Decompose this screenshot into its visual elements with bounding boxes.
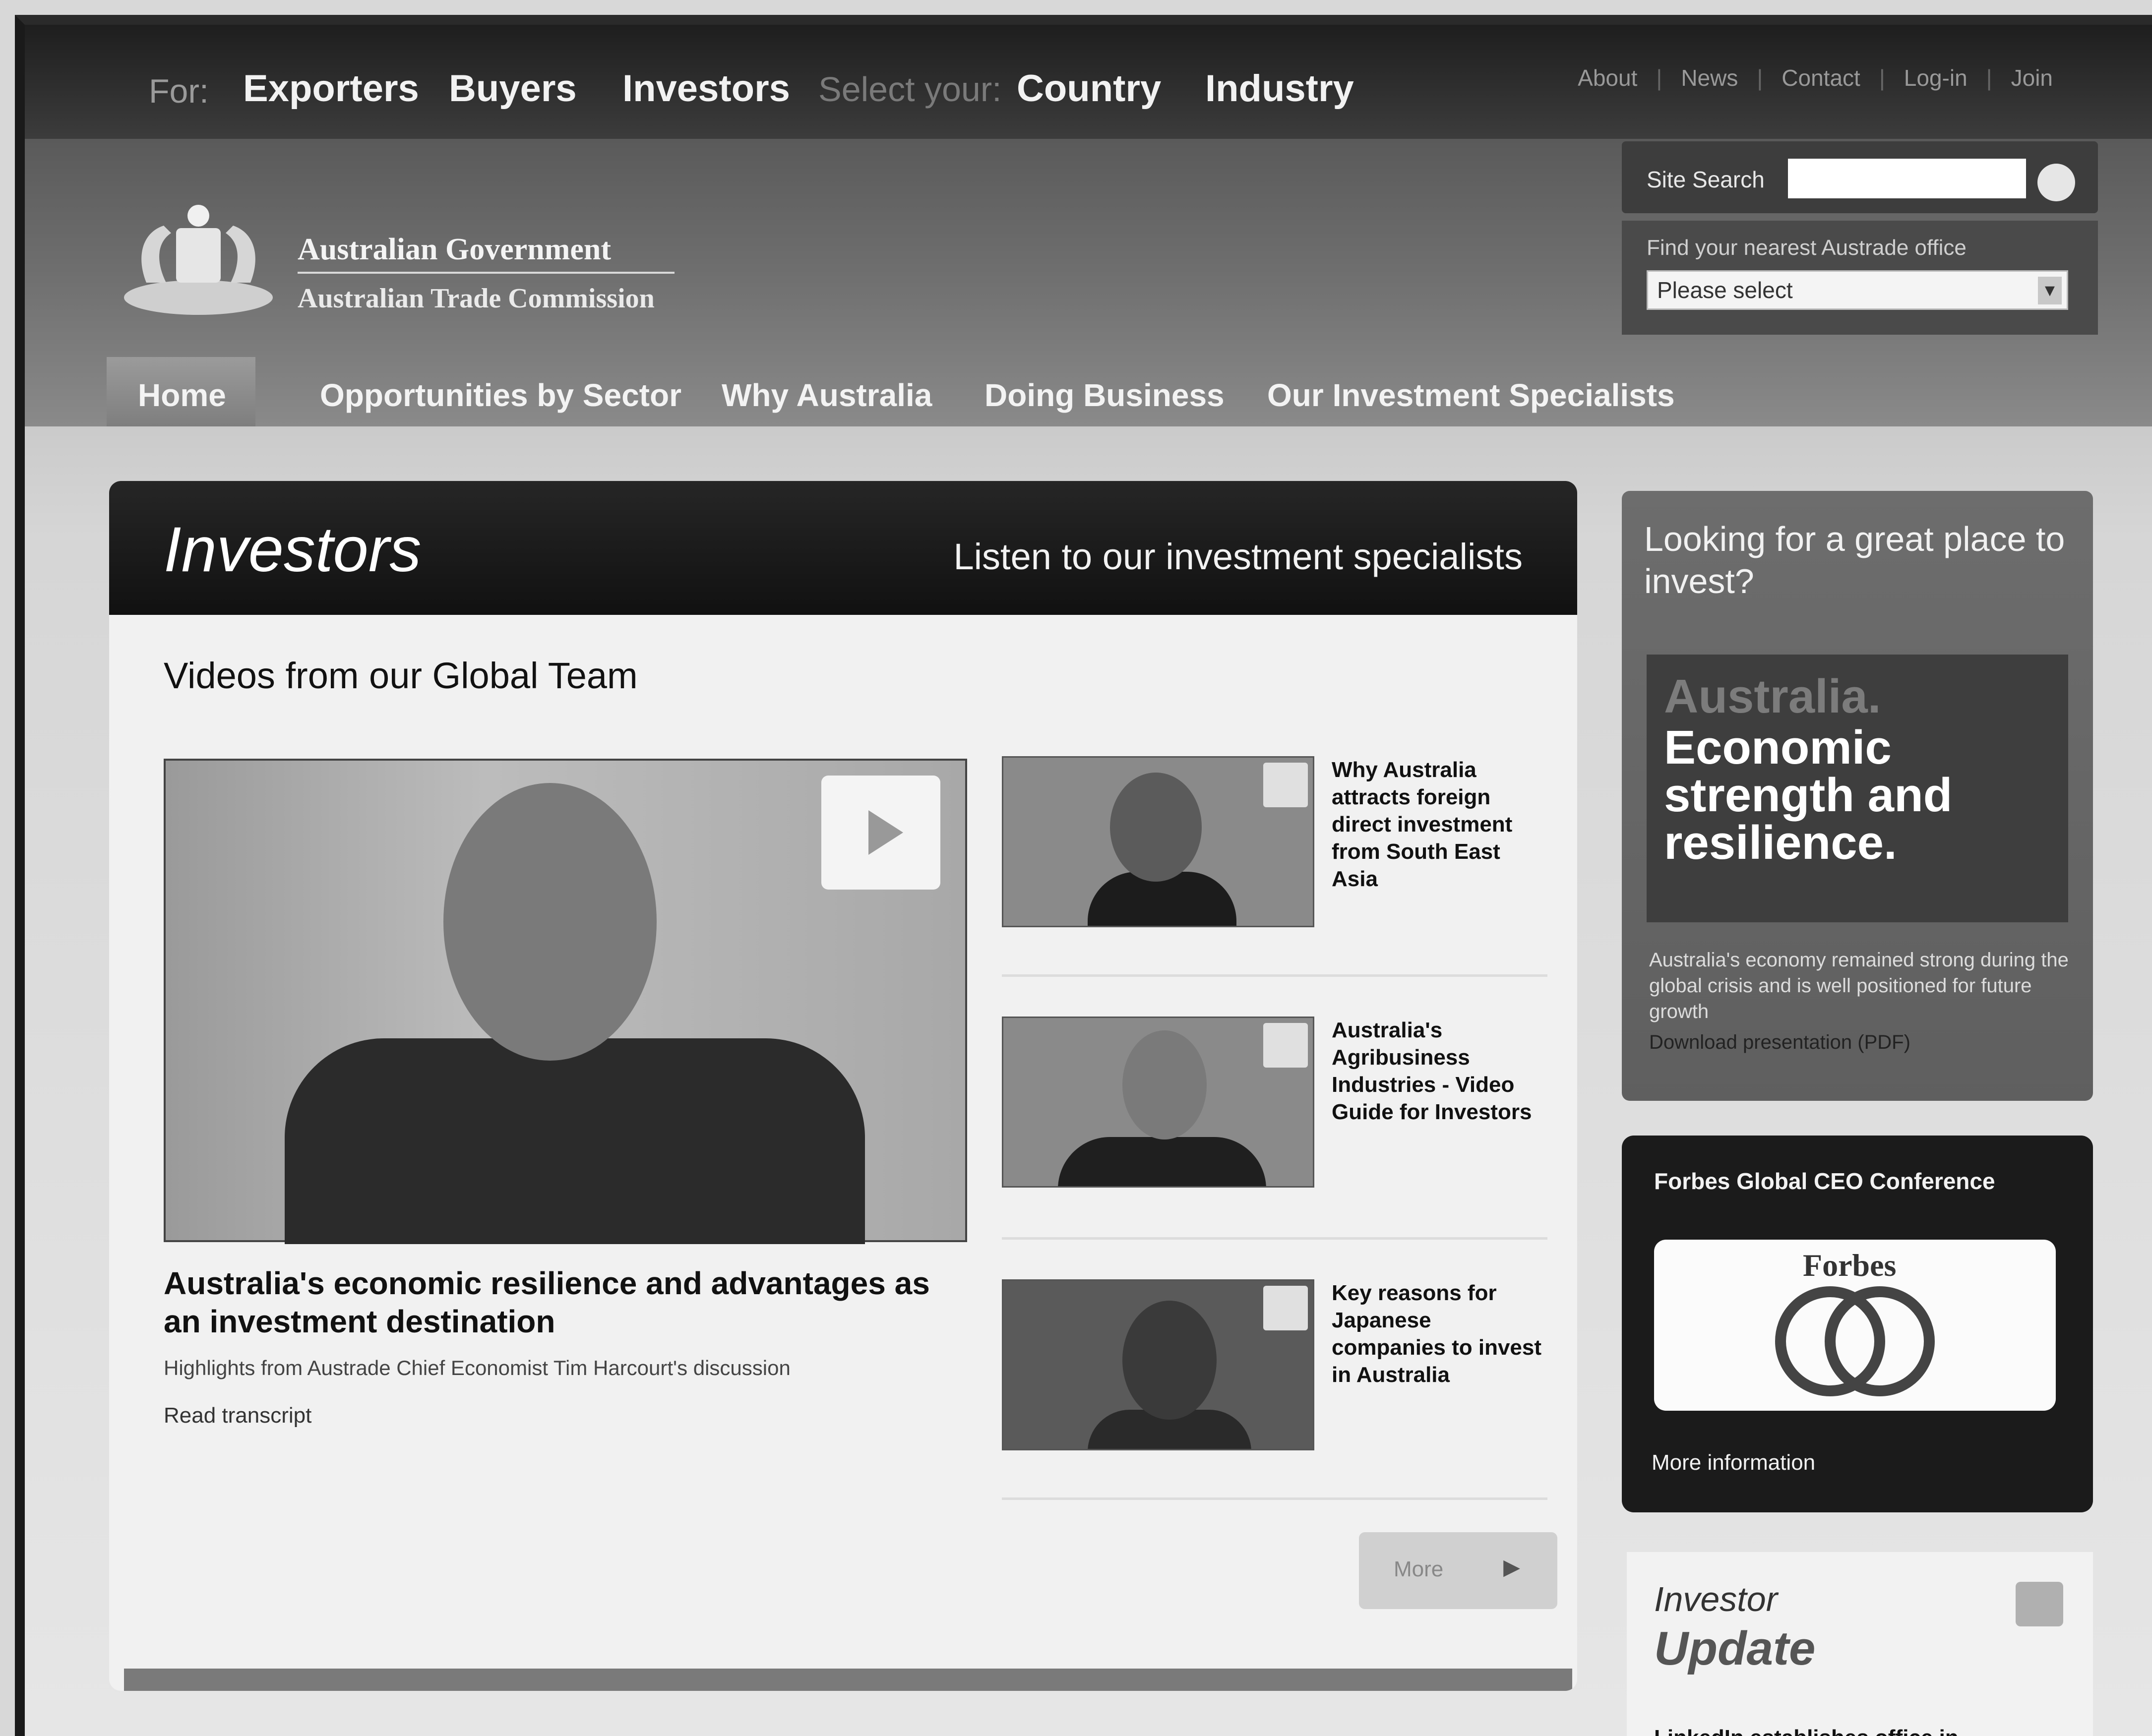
util-separator: | — [1879, 65, 1885, 91]
play-icon[interactable] — [1263, 763, 1308, 807]
video-thumb[interactable] — [1002, 756, 1314, 927]
office-finder: Find your nearest Austrade office Please… — [1622, 221, 2098, 335]
video-thumb[interactable] — [1002, 1279, 1314, 1450]
utility-links: About | News | Contact | Log-in | Join — [1578, 64, 2053, 91]
download-presentation-link[interactable]: Download presentation (PDF) — [1649, 1031, 1910, 1054]
presenter-head — [1122, 1301, 1217, 1420]
forbes-more-info-link[interactable]: More information — [1652, 1450, 1815, 1475]
featured-subtitle: Highlights from Austrade Chief Economist… — [164, 1356, 791, 1379]
promo-description: Australia's economy remained strong duri… — [1649, 949, 2069, 1022]
office-finder-label: Find your nearest Austrade office — [1647, 236, 1967, 260]
nav-item-doing-business[interactable]: Doing Business — [984, 377, 1225, 414]
panel-footer-bar — [124, 1669, 1572, 1691]
audience-link-buyers[interactable]: Buyers — [449, 67, 577, 110]
forbes-wordmark: Forbes — [1803, 1248, 1897, 1283]
util-link-about[interactable]: About — [1578, 64, 1637, 91]
util-separator: | — [1656, 65, 1662, 91]
presenter-head — [1110, 773, 1202, 882]
site-search-label: Site Search — [1647, 167, 1765, 192]
listen-link[interactable]: Listen to our investment specialists — [953, 536, 1523, 578]
page-title: Investors — [164, 514, 422, 585]
audience-link-investors[interactable]: Investors — [622, 67, 790, 110]
nav-item-opportunities[interactable]: Opportunities by Sector — [320, 377, 681, 414]
promo-headline: Economic strength and resilience. — [1664, 721, 1953, 869]
site-search: Site Search — [1622, 141, 2098, 213]
util-link-join[interactable]: Join — [2011, 64, 2053, 91]
rss-icon[interactable] — [2016, 1582, 2063, 1626]
util-link-login[interactable]: Log-in — [1904, 64, 1968, 91]
gov-subtitle: Australian Trade Commission — [298, 283, 655, 314]
panel-header: Investors Listen to our investment speci… — [109, 481, 1577, 615]
play-icon[interactable] — [1263, 1286, 1308, 1330]
news-headline-link[interactable]: LinkedIn establishes office in — [1654, 1726, 1959, 1736]
investor-update-title-2: Update — [1654, 1622, 1816, 1675]
for-label: For: — [149, 72, 209, 110]
chevron-right-icon: ▶ — [1503, 1555, 1520, 1579]
featured-caption[interactable]: Australia's economic resilience and adva… — [164, 1264, 967, 1341]
audience-bar: For: Exporters Buyers Investors Select y… — [25, 25, 2152, 139]
investor-update-box: Investor Update LinkedIn establishes off… — [1627, 1552, 2093, 1736]
ceo-monogram-icon — [1775, 1286, 1935, 1396]
util-link-contact[interactable]: Contact — [1782, 64, 1860, 91]
promo-banner[interactable]: Australia. Economic strength and resilie… — [1647, 655, 2068, 922]
presenter-figure — [1058, 1137, 1266, 1186]
presenter-head — [1122, 1030, 1207, 1139]
site-header: Australian Government Australian Trade C… — [25, 139, 2152, 426]
nav-item-home[interactable]: Home — [138, 377, 226, 414]
forbes-ceo-logo[interactable]: Forbes — [1654, 1240, 2056, 1411]
selector-country[interactable]: Country — [1017, 67, 1161, 110]
play-icon[interactable] — [1263, 1023, 1308, 1068]
divider — [1002, 1237, 1547, 1240]
promo-lead: Looking for a great place to invest? — [1644, 520, 2065, 601]
util-separator: | — [1986, 65, 1992, 91]
screenshot-frame: For: Exporters Buyers Investors Select y… — [15, 15, 2152, 1736]
site-search-input[interactable] — [1788, 159, 2026, 198]
presenter-figure — [285, 1038, 865, 1244]
main-nav: Home Opportunities by Sector Why Austral… — [25, 357, 2152, 426]
play-icon[interactable] — [821, 776, 940, 890]
video-thumb-title[interactable]: Key reasons for Japanese companies to in… — [1332, 1279, 1550, 1388]
more-videos-label: More — [1394, 1557, 1444, 1581]
investors-panel: Investors Listen to our investment speci… — [109, 481, 1577, 1691]
investor-update-title: Investor — [1654, 1580, 1778, 1618]
search-go-icon[interactable] — [2037, 164, 2075, 201]
divider — [1002, 1497, 1547, 1500]
featured-video[interactable] — [164, 759, 967, 1244]
forbes-header: Forbes Global CEO Conference — [1654, 1168, 1995, 1194]
forbes-conference-box: Forbes Global CEO Conference Forbes More… — [1622, 1136, 2093, 1512]
gov-divider — [298, 272, 675, 274]
nav-item-why-australia[interactable]: Why Australia — [722, 377, 932, 414]
audience-link-exporters[interactable]: Exporters — [243, 67, 419, 110]
divider — [1002, 974, 1547, 977]
video-thumb-title[interactable]: Australia's Agribusiness Industries - Vi… — [1332, 1017, 1550, 1126]
nav-item-investment-specialists[interactable]: Our Investment Specialists — [1267, 377, 1675, 414]
promo-australia: Australia. — [1664, 670, 1881, 723]
video-thumb-title[interactable]: Why Australia attracts foreign direct in… — [1332, 756, 1550, 893]
video-thumb[interactable] — [1002, 1017, 1314, 1188]
chevron-down-icon[interactable]: ▼ — [2038, 277, 2062, 304]
select-your-label: Select your: — [818, 70, 1002, 109]
more-videos-button[interactable]: More ▶ — [1359, 1532, 1557, 1609]
office-select-value: Please select — [1657, 277, 1793, 303]
gov-title: Australian Government — [298, 233, 612, 266]
invest-promo[interactable]: Looking for a great place to invest? Aus… — [1622, 491, 2093, 1101]
coat-of-arms-icon[interactable] — [117, 198, 280, 322]
videos-heading: Videos from our Global Team — [164, 655, 638, 696]
presenter-head — [443, 783, 657, 1061]
office-select[interactable]: Please select ▼ — [1647, 270, 2068, 310]
selector-industry[interactable]: Industry — [1205, 67, 1354, 110]
util-link-news[interactable]: News — [1681, 64, 1738, 91]
util-separator: | — [1757, 65, 1763, 91]
read-transcript-link[interactable]: Read transcript — [164, 1403, 311, 1428]
